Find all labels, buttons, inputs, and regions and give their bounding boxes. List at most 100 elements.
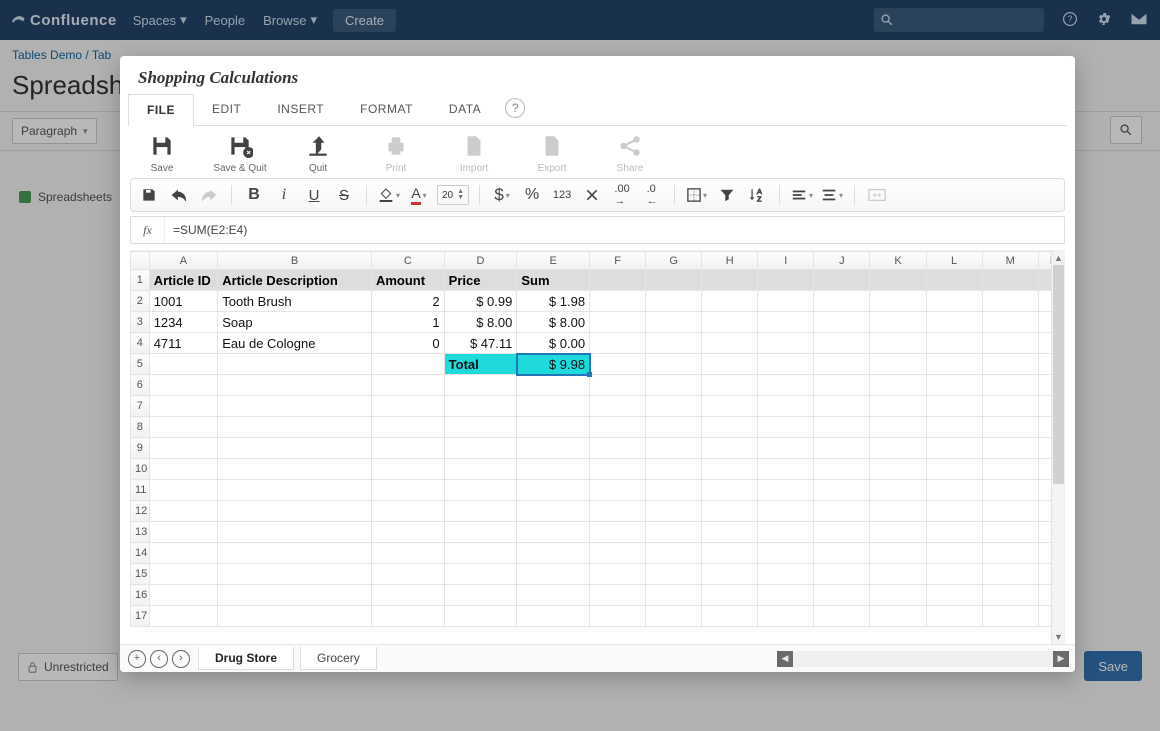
cell[interactable] xyxy=(814,312,870,333)
cell[interactable] xyxy=(814,543,870,564)
cell[interactable] xyxy=(814,375,870,396)
formula-input[interactable] xyxy=(165,223,1064,237)
italic-icon[interactable]: i xyxy=(272,183,296,207)
col-header[interactable]: E xyxy=(517,252,590,270)
cell[interactable] xyxy=(758,459,814,480)
cell[interactable] xyxy=(646,438,702,459)
cell[interactable] xyxy=(982,585,1038,606)
cell[interactable] xyxy=(517,501,590,522)
cell[interactable] xyxy=(870,543,926,564)
font-size-spinner[interactable]: 20▲▼ xyxy=(437,185,469,205)
cell[interactable] xyxy=(517,522,590,543)
cell[interactable] xyxy=(1038,480,1051,501)
row-header[interactable]: 16 xyxy=(131,585,150,606)
cell[interactable] xyxy=(371,543,444,564)
cell[interactable] xyxy=(814,354,870,375)
cell[interactable] xyxy=(444,501,517,522)
cell[interactable] xyxy=(926,438,982,459)
row-header[interactable]: 7 xyxy=(131,396,150,417)
cell[interactable] xyxy=(371,564,444,585)
cell[interactable] xyxy=(371,396,444,417)
row-header[interactable]: 8 xyxy=(131,417,150,438)
cell[interactable]: 4711 xyxy=(149,333,218,354)
cell[interactable] xyxy=(371,354,444,375)
cell[interactable] xyxy=(149,375,218,396)
cell[interactable] xyxy=(218,564,372,585)
cell[interactable] xyxy=(1038,585,1051,606)
menu-data[interactable]: DATA xyxy=(431,94,499,125)
cell[interactable] xyxy=(218,438,372,459)
cell[interactable] xyxy=(702,522,758,543)
cell[interactable] xyxy=(371,522,444,543)
cell[interactable] xyxy=(702,543,758,564)
cell[interactable] xyxy=(758,354,814,375)
cell[interactable] xyxy=(870,417,926,438)
cell[interactable] xyxy=(982,312,1038,333)
cell[interactable] xyxy=(590,501,646,522)
cell[interactable]: $ 47.11 xyxy=(444,333,517,354)
cell[interactable] xyxy=(702,585,758,606)
cell[interactable] xyxy=(444,375,517,396)
row-header[interactable]: 5 xyxy=(131,354,150,375)
cell[interactable] xyxy=(758,291,814,312)
cell[interactable]: Sum xyxy=(517,270,590,291)
fill-color-icon[interactable] xyxy=(377,183,401,207)
row-header[interactable]: 3 xyxy=(131,312,150,333)
cell[interactable] xyxy=(646,480,702,501)
cell[interactable] xyxy=(1038,438,1051,459)
cell[interactable] xyxy=(444,480,517,501)
cell[interactable] xyxy=(218,354,372,375)
cell[interactable] xyxy=(982,438,1038,459)
cell[interactable] xyxy=(982,459,1038,480)
col-header[interactable]: K xyxy=(870,252,926,270)
row-header[interactable]: 9 xyxy=(131,438,150,459)
currency-icon[interactable]: $ xyxy=(490,183,514,207)
cell[interactable] xyxy=(517,564,590,585)
cell[interactable] xyxy=(758,480,814,501)
cell[interactable] xyxy=(702,564,758,585)
menu-file[interactable]: FILE xyxy=(128,94,194,126)
cell[interactable] xyxy=(218,459,372,480)
cell[interactable] xyxy=(590,543,646,564)
cell[interactable]: Price xyxy=(444,270,517,291)
row-header[interactable]: 10 xyxy=(131,459,150,480)
cell[interactable] xyxy=(982,417,1038,438)
cell[interactable] xyxy=(590,312,646,333)
cell[interactable] xyxy=(1038,459,1051,480)
cell[interactable] xyxy=(702,438,758,459)
cell[interactable] xyxy=(646,585,702,606)
cell[interactable] xyxy=(646,375,702,396)
cell[interactable] xyxy=(814,438,870,459)
row-header[interactable]: 13 xyxy=(131,522,150,543)
cell[interactable] xyxy=(702,270,758,291)
print-button[interactable]: Print xyxy=(366,132,426,174)
cell[interactable] xyxy=(646,333,702,354)
cell[interactable] xyxy=(758,501,814,522)
cell[interactable] xyxy=(218,522,372,543)
merge-icon[interactable] xyxy=(865,183,889,207)
cell[interactable] xyxy=(926,396,982,417)
cell[interactable] xyxy=(926,333,982,354)
cell[interactable] xyxy=(982,333,1038,354)
cell[interactable] xyxy=(814,417,870,438)
col-header[interactable]: N xyxy=(1038,252,1051,270)
cell[interactable] xyxy=(926,459,982,480)
menu-edit[interactable]: EDIT xyxy=(194,94,259,125)
cell[interactable] xyxy=(517,438,590,459)
underline-icon[interactable]: U xyxy=(302,183,326,207)
cell[interactable] xyxy=(646,564,702,585)
cell[interactable] xyxy=(814,585,870,606)
cell[interactable] xyxy=(814,564,870,585)
cell[interactable] xyxy=(517,459,590,480)
cell[interactable] xyxy=(371,417,444,438)
cell[interactable]: 2 xyxy=(371,291,444,312)
col-header[interactable]: B xyxy=(218,252,372,270)
cell[interactable]: $ 0.99 xyxy=(444,291,517,312)
cell[interactable] xyxy=(149,564,218,585)
row-header[interactable]: 17 xyxy=(131,606,150,627)
cell[interactable] xyxy=(371,459,444,480)
cell[interactable] xyxy=(702,417,758,438)
cell[interactable] xyxy=(590,270,646,291)
cell[interactable] xyxy=(870,564,926,585)
cell[interactable] xyxy=(1038,270,1051,291)
